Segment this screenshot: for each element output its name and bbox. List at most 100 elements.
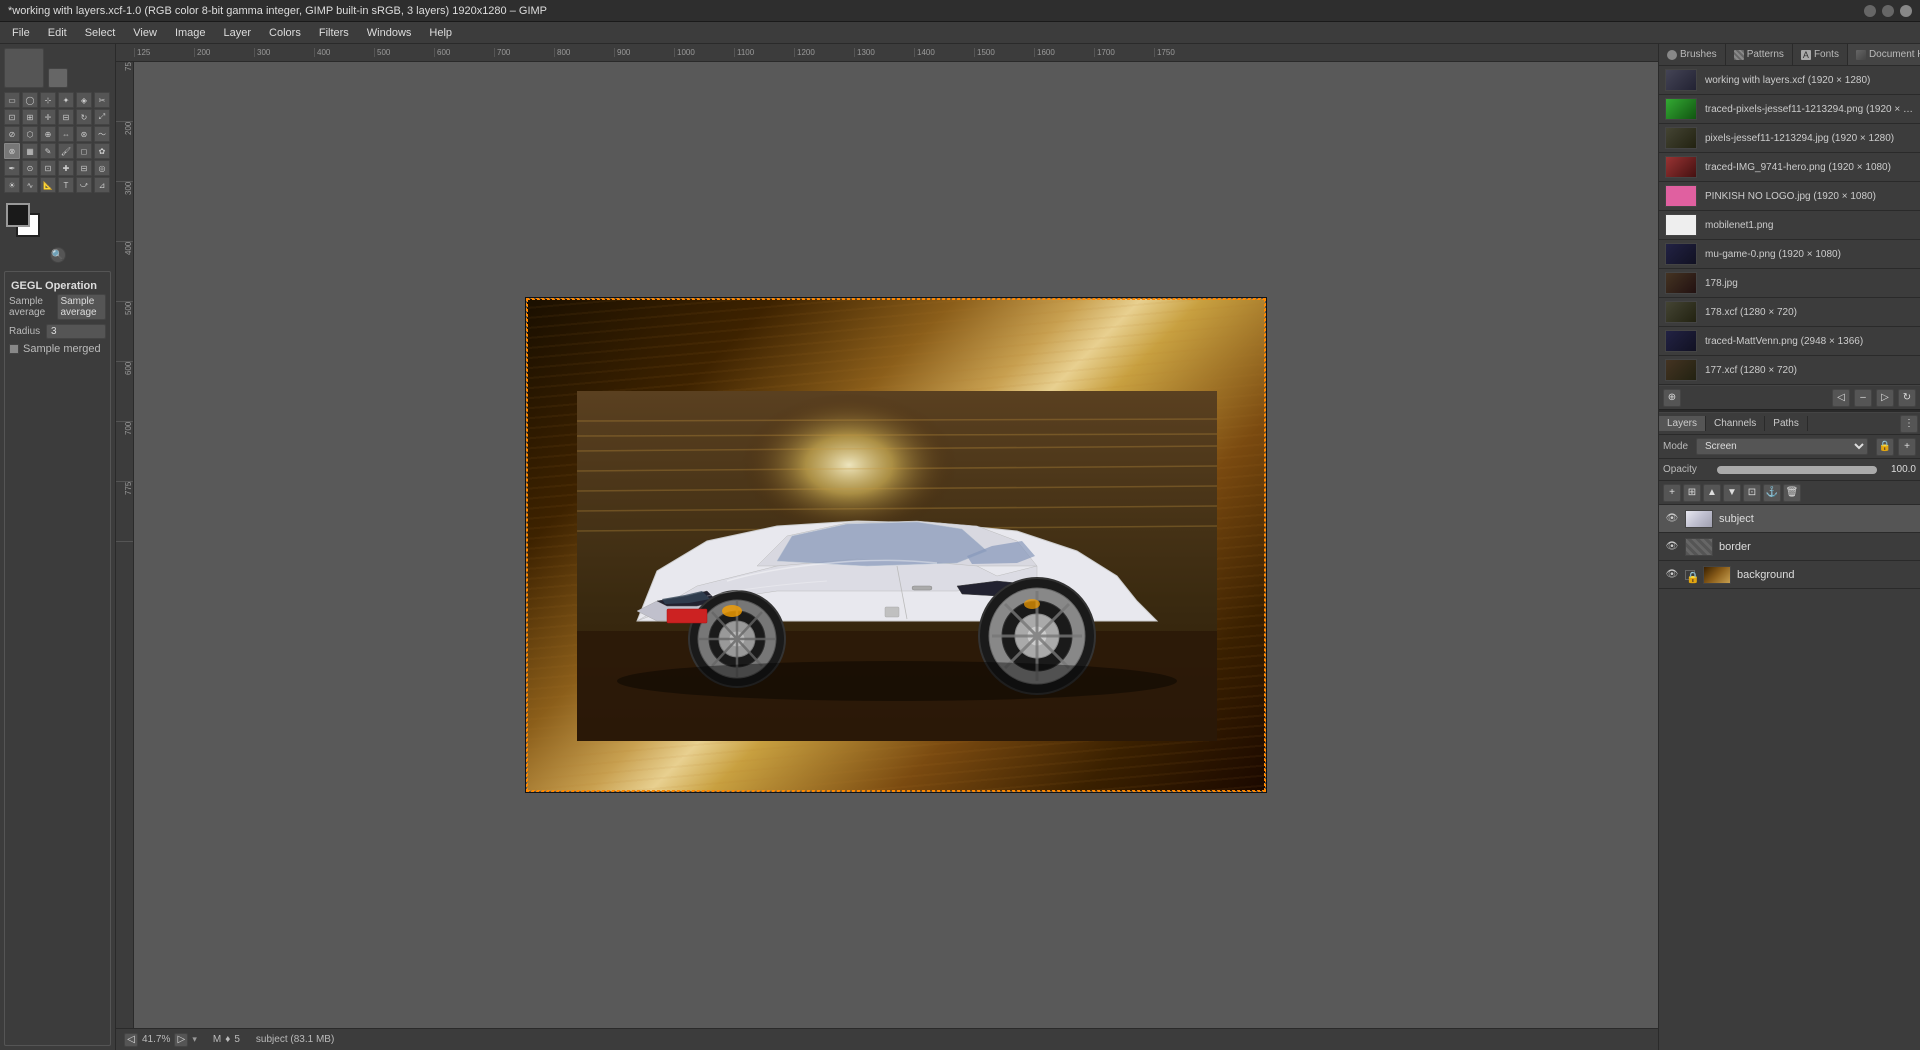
tool-eraser[interactable]: ◻ (76, 143, 92, 159)
mode-select[interactable]: Screen Normal Multiply Overlay (1696, 438, 1868, 455)
tool-move[interactable]: ✛ (40, 109, 56, 125)
anchor-layer-button[interactable]: ⚓ (1763, 484, 1781, 502)
tool-shear[interactable]: ⊘ (4, 126, 20, 142)
menu-view[interactable]: View (125, 25, 165, 41)
opacity-bar[interactable] (1717, 466, 1877, 474)
tab-fonts[interactable]: A Fonts (1793, 44, 1848, 65)
tool-crop[interactable]: ⊟ (58, 109, 74, 125)
maximize-button[interactable] (1882, 5, 1894, 17)
tool-pencil[interactable]: ✎ (40, 143, 56, 159)
new-layer-button[interactable]: + (1663, 484, 1681, 502)
layer-down-button[interactable]: ▼ (1723, 484, 1741, 502)
delete-layer-button[interactable]: 🗑 (1783, 484, 1801, 502)
layer-item-background[interactable]: 👁 🔒 background (1659, 561, 1920, 589)
tool-rotate[interactable]: ↻ (76, 109, 92, 125)
tab-brushes[interactable]: Brushes (1659, 44, 1726, 65)
doc-history-item-4[interactable]: PINKISH NO LOGO.jpg (1920 × 1080) (1659, 182, 1920, 211)
tab-channels[interactable]: Channels (1706, 416, 1765, 431)
history-open-button[interactable]: ⊕ (1663, 389, 1681, 407)
menu-layer[interactable]: Layer (216, 25, 260, 41)
tool-paths[interactable]: ⤻ (76, 177, 92, 193)
tool-ink[interactable]: ✒ (4, 160, 20, 176)
sample-merged-checkbox[interactable] (9, 344, 19, 354)
menu-select[interactable]: Select (77, 25, 124, 41)
tool-iscissors[interactable]: ✂ (94, 92, 110, 108)
tab-patterns[interactable]: Patterns (1726, 44, 1793, 65)
doc-history-item-7[interactable]: 178.jpg (1659, 269, 1920, 298)
tab-document-history[interactable]: Document History (1848, 44, 1920, 65)
tool-clone[interactable]: ⊡ (40, 160, 56, 176)
tool-perspective[interactable]: ⬡ (22, 126, 38, 142)
tool-color-picker[interactable]: ⊿ (94, 177, 110, 193)
tab-layers[interactable]: Layers (1659, 416, 1706, 431)
layer-visibility-border[interactable]: 👁 (1665, 540, 1679, 554)
tool-fuzzy-select[interactable]: ✦ (58, 92, 74, 108)
menu-edit[interactable]: Edit (40, 25, 75, 41)
menu-windows[interactable]: Windows (359, 25, 420, 41)
tool-bucket-fill[interactable]: ⊗ (4, 143, 20, 159)
doc-history-item-6[interactable]: mu-game-0.png (1920 × 1080) (1659, 240, 1920, 269)
new-layer-group-button[interactable]: ⊞ (1683, 484, 1701, 502)
tool-flip[interactable]: ⇔ (58, 126, 74, 142)
tool-transform[interactable]: ⊕ (40, 126, 56, 142)
sample-dropdown[interactable]: Sample average (57, 294, 106, 320)
layer-item-border[interactable]: 👁 border (1659, 533, 1920, 561)
layer-visibility-background[interactable]: 👁 (1665, 568, 1679, 582)
tool-blur[interactable]: ◎ (94, 160, 110, 176)
tool-align[interactable]: ⊞ (22, 109, 38, 125)
tool-rect-select[interactable]: ▭ (4, 92, 20, 108)
canvas-viewport[interactable] (134, 62, 1658, 1028)
tool-text[interactable]: T (58, 177, 74, 193)
doc-history-item-0[interactable]: working with layers.xcf (1920 × 1280) (1659, 66, 1920, 95)
tool-mypaint[interactable]: ⊙ (22, 160, 38, 176)
menu-colors[interactable]: Colors (261, 25, 309, 41)
duplicate-layer-button[interactable]: ⊡ (1743, 484, 1761, 502)
doc-history-item-2[interactable]: pixels-jessef11-1213294.jpg (1920 × 1280… (1659, 124, 1920, 153)
close-button[interactable] (1900, 5, 1912, 17)
tool-ellipse-select[interactable]: ◯ (22, 92, 38, 108)
tool-warp[interactable]: 〜 (94, 126, 110, 142)
tool-free-select[interactable]: ⊹ (40, 92, 56, 108)
layer-up-button[interactable]: ▲ (1703, 484, 1721, 502)
minimize-button[interactable] (1864, 5, 1876, 17)
tool-blend[interactable]: ▦ (22, 143, 38, 159)
tool-perspective-clone[interactable]: ⊟ (76, 160, 92, 176)
tool-measure[interactable]: 📐 (40, 177, 56, 193)
tool-dodge-burn[interactable]: ☀ (4, 177, 20, 193)
fg-bg-colors[interactable] (6, 203, 46, 239)
tool-paintbrush[interactable]: 🖌 (58, 143, 74, 159)
tool-cage[interactable]: ⊛ (76, 126, 92, 142)
zoom-next-button[interactable]: ▷ (174, 1033, 188, 1047)
menu-help[interactable]: Help (421, 25, 460, 41)
doc-history-item-9[interactable]: traced-MattVenn.png (2948 × 1366) (1659, 327, 1920, 356)
doc-history-item-5[interactable]: mobilenet1.png (1659, 211, 1920, 240)
history-prev-button[interactable]: ◁ (1832, 389, 1850, 407)
foreground-color[interactable] (6, 203, 30, 227)
layer-lock-alpha-button[interactable]: 🔒 (1876, 438, 1894, 456)
layer-visibility-subject[interactable]: 👁 (1665, 512, 1679, 526)
tool-foreground-select[interactable]: ⊡ (4, 109, 20, 125)
zoom-tool[interactable]: 🔍 (4, 247, 111, 263)
menu-filters[interactable]: Filters (311, 25, 357, 41)
menu-image[interactable]: Image (167, 25, 214, 41)
doc-history-item-3[interactable]: traced-IMG_9741-hero.png (1920 × 1080) (1659, 153, 1920, 182)
tool-heal[interactable]: ✚ (58, 160, 74, 176)
zoom-prev-button[interactable]: ◁ (124, 1033, 138, 1047)
tool-scale[interactable]: ⤢ (94, 109, 110, 125)
title-bar: *working with layers.xcf-1.0 (RGB color … (0, 0, 1920, 22)
doc-history-item-10[interactable]: 177.xcf (1280 × 720) (1659, 356, 1920, 385)
history-remove-button[interactable]: – (1854, 389, 1872, 407)
layer-new-from-visible-button[interactable]: + (1898, 438, 1916, 456)
tool-airbrush[interactable]: ✿ (94, 143, 110, 159)
tab-paths[interactable]: Paths (1765, 416, 1808, 431)
tool-by-color-select[interactable]: ◈ (76, 92, 92, 108)
menu-file[interactable]: File (4, 25, 38, 41)
history-refresh-button[interactable]: ↻ (1898, 389, 1916, 407)
radius-value[interactable]: 3 (46, 324, 106, 339)
tool-smudge[interactable]: ∿ (22, 177, 38, 193)
layer-item-subject[interactable]: 👁 subject (1659, 505, 1920, 533)
doc-history-item-1[interactable]: traced-pixels-jessef11-1213294.png (1920… (1659, 95, 1920, 124)
history-next-button[interactable]: ▷ (1876, 389, 1894, 407)
layers-panel-options-button[interactable]: ⋮ (1900, 415, 1918, 433)
doc-history-item-8[interactable]: 178.xcf (1280 × 720) (1659, 298, 1920, 327)
